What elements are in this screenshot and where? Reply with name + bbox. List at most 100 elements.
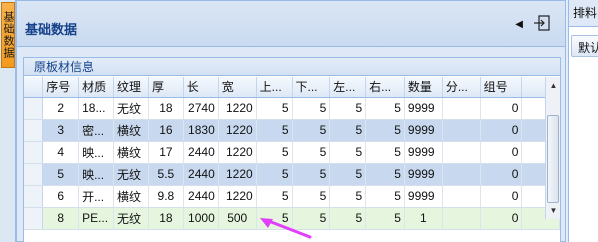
cell-seq[interactable]: 3 [42,119,80,142]
cell-seq[interactable]: 5 [42,163,80,186]
table-row[interactable]: 3 密... 横纹 16 1830 1220 5 5 5 5 9999 0 [24,119,560,142]
cell-split[interactable] [442,163,481,186]
cell-seq[interactable]: 4 [42,141,80,164]
col-header-width[interactable]: 宽 [218,77,257,98]
cell-quantity[interactable]: 9999 [404,97,443,120]
cell-seq[interactable]: 8 [42,207,80,230]
cell-material[interactable]: 映... [78,163,115,186]
cell-quantity[interactable]: 9999 [404,119,443,142]
col-header-seq[interactable]: 序号 [42,77,80,98]
cell-width[interactable]: 1220 [218,163,257,186]
cell-bottom[interactable]: 5 [292,119,331,142]
cell-length[interactable]: 2740 [183,97,219,120]
col-header-right[interactable]: 右... [365,77,405,98]
cell-grain[interactable]: 无纹 [113,97,149,120]
row-indicator[interactable] [24,141,44,164]
cell-group[interactable]: 0 [480,163,523,186]
cell-width[interactable]: 1220 [218,97,257,120]
scroll-up-icon[interactable]: ▲ [547,79,560,92]
cell-top[interactable]: 5 [256,119,293,142]
cell-grain[interactable]: 横纹 [113,119,149,142]
cell-bottom[interactable]: 5 [292,185,331,208]
cell-right[interactable]: 5 [365,119,405,142]
cell-bottom[interactable]: 5 [292,97,331,120]
table-row[interactable]: 6 开... 横纹 9.8 2440 1220 5 5 5 5 9999 0 [24,185,560,208]
cell-left[interactable]: 5 [329,163,367,186]
cell-length[interactable]: 2440 [183,185,219,208]
table-row[interactable]: 2 18... 无纹 18 2740 1220 5 5 5 5 9999 0 [24,97,560,120]
triangle-left-icon[interactable]: ◀ [515,19,523,30]
cell-quantity[interactable]: 9999 [404,163,443,186]
cell-width[interactable]: 500 [218,207,257,230]
scroll-down-icon[interactable]: ▼ [547,204,560,217]
cell-grain[interactable]: 横纹 [113,185,149,208]
cell-grain[interactable]: 横纹 [113,141,149,164]
row-indicator[interactable] [24,185,44,208]
cell-split[interactable] [442,141,481,164]
cell-grain[interactable]: 无纹 [113,163,149,186]
cell-right[interactable]: 5 [365,207,405,230]
cell-right[interactable]: 5 [365,163,405,186]
col-header-bottom[interactable]: 下... [292,77,331,98]
default-button[interactable]: 默认 [571,35,598,57]
row-indicator[interactable] [24,97,44,120]
cell-split[interactable] [442,119,481,142]
cell-split[interactable] [442,97,481,120]
cell-seq[interactable]: 6 [42,185,80,208]
cell-material[interactable]: PE... [78,207,115,230]
cell-length[interactable]: 2440 [183,141,219,164]
cell-group[interactable]: 0 [480,97,523,120]
cell-left[interactable]: 5 [329,185,367,208]
row-indicator[interactable] [24,163,44,186]
scroll-thumb[interactable] [547,115,559,203]
cell-top[interactable]: 5 [256,97,293,120]
row-indicator[interactable] [24,207,44,230]
cell-right[interactable]: 5 [365,185,405,208]
cell-length[interactable]: 1830 [183,119,219,142]
cell-group[interactable]: 0 [480,207,523,230]
cell-material[interactable]: 18... [78,97,115,120]
cell-left[interactable]: 5 [329,141,367,164]
cell-split[interactable] [442,207,481,230]
cell-width[interactable]: 1220 [218,185,257,208]
cell-width[interactable]: 1220 [218,141,257,164]
col-header-material[interactable]: 材质 [78,77,115,98]
cell-left[interactable]: 5 [329,119,367,142]
cell-left[interactable]: 5 [329,97,367,120]
col-header-split[interactable]: 分... [442,77,481,98]
cell-top[interactable]: 5 [256,163,293,186]
cell-grain[interactable]: 无纹 [113,207,149,230]
col-header-group[interactable]: 组号 [480,77,523,98]
cell-left[interactable]: 5 [329,207,367,230]
col-header-grain[interactable]: 纹理 [113,77,149,98]
side-tab-base-data[interactable]: 基础数据 [1,2,15,68]
cell-top[interactable]: 5 [256,141,293,164]
cell-quantity[interactable]: 9999 [404,185,443,208]
cell-top[interactable]: 5 [256,185,293,208]
cell-thickness[interactable]: 5.5 [148,163,184,186]
cell-quantity[interactable]: 1 [404,207,443,230]
col-header-length[interactable]: 长 [183,77,219,98]
table-row[interactable]: 5 映... 无纹 5.5 2440 1220 5 5 5 5 9999 0 [24,163,560,186]
exit-door-icon[interactable] [533,14,551,32]
cell-right[interactable]: 5 [365,141,405,164]
col-header-thickness[interactable]: 厚 [148,77,184,98]
cell-thickness[interactable]: 9.8 [148,185,184,208]
cell-thickness[interactable]: 18 [148,97,184,120]
tab-layout[interactable]: 排料 [573,4,597,21]
row-indicator[interactable] [24,119,44,142]
cell-material[interactable]: 开... [78,185,115,208]
col-header-quantity[interactable]: 数量 [404,77,443,98]
cell-seq[interactable]: 2 [42,97,80,120]
cell-bottom[interactable]: 5 [292,163,331,186]
cell-thickness[interactable]: 17 [148,141,184,164]
cell-bottom[interactable]: 5 [292,141,331,164]
cell-length[interactable]: 2440 [183,163,219,186]
cell-group[interactable]: 0 [480,141,523,164]
col-header-left[interactable]: 左... [329,77,367,98]
cell-thickness[interactable]: 18 [148,207,184,230]
cell-width[interactable]: 1220 [218,119,257,142]
cell-group[interactable]: 0 [480,119,523,142]
cell-group[interactable]: 0 [480,185,523,208]
cell-quantity[interactable]: 9999 [404,141,443,164]
